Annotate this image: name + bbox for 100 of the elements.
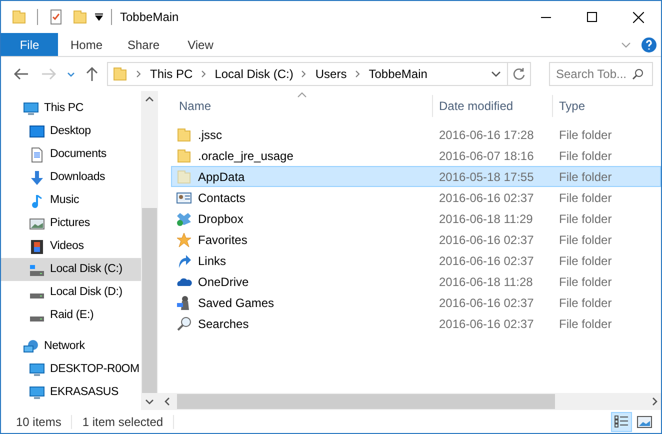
- close-icon: [632, 12, 644, 22]
- type-cell-text: File folder: [558, 294, 612, 312]
- search-icon: [632, 68, 644, 80]
- details-view-button[interactable]: [611, 412, 632, 432]
- date-cell-text: 2016-06-16 02:37: [438, 190, 535, 206]
- breadcrumb-item[interactable]: Local Disk (C:): [214, 65, 294, 83]
- chevron-right-icon: [200, 70, 207, 78]
- folder-icon: [112, 66, 128, 82]
- type-cell-text: File folder: [558, 210, 612, 228]
- file-name: .oracle_jre_usage: [198, 148, 294, 164]
- breadcrumb-item[interactable]: This PC: [150, 65, 193, 83]
- desktop-icon: [29, 124, 45, 140]
- ribbon-tab[interactable]: View: [172, 33, 229, 56]
- date-cell-text: 2016-06-18 11:29: [438, 210, 534, 228]
- ribbon-tab[interactable]: Share: [115, 33, 172, 56]
- nav-item[interactable]: DESKTOP-R0OM: [1, 358, 141, 381]
- drive-icon: [29, 292, 45, 298]
- folder-icon: [176, 168, 192, 184]
- drive-icon: [29, 316, 45, 322]
- date-cell-text: 2016-06-16 02:37: [438, 316, 535, 332]
- file-row[interactable]: Dropbox 2016-06-18 11:29 File folder: [171, 208, 661, 229]
- column-header[interactable]: Type: [553, 95, 661, 117]
- type-cell-text: File folder: [558, 232, 612, 248]
- nav-item[interactable]: Local Disk (D:): [1, 281, 141, 304]
- nav-item[interactable]: This PC: [1, 97, 141, 120]
- file-row[interactable]: OneDrive 2016-06-18 11:28 File folder: [171, 271, 661, 292]
- music-note-icon: [29, 192, 45, 208]
- star-icon: [176, 232, 192, 248]
- status-text: 10 items: [16, 414, 62, 430]
- ribbon-tab[interactable]: File: [1, 33, 58, 56]
- network-icon: [23, 338, 39, 354]
- address-bar[interactable]: This PC Local Disk (C:) Users TobbeMain: [107, 62, 531, 86]
- file-row[interactable]: Saved Games 2016-06-16 02:37 File folder: [171, 292, 661, 313]
- down-arrow-icon: [29, 170, 45, 186]
- column-header[interactable]: Date modified: [433, 95, 553, 117]
- nav-item[interactable]: Local Disk (C:): [1, 258, 141, 281]
- chevron-right-icon: [354, 70, 361, 78]
- checklist-icon: [48, 9, 64, 25]
- search-field[interactable]: Search Tob...: [549, 62, 653, 86]
- nav-item[interactable]: Pictures: [1, 212, 141, 235]
- file-row[interactable]: Favorites 2016-06-16 02:37 File folder: [171, 229, 661, 250]
- arrow-icon: [176, 252, 192, 268]
- chevron-down-icon[interactable]: [491, 69, 501, 79]
- file-name: Favorites: [198, 232, 248, 248]
- film-icon: [29, 238, 45, 254]
- type-cell-text: File folder: [558, 148, 612, 164]
- type-cell-text: File folder: [558, 252, 612, 270]
- ribbon-tab[interactable]: Home: [58, 33, 115, 56]
- file-row[interactable]: .jssc 2016-06-16 17:28 File folder: [171, 124, 661, 145]
- nav-item[interactable]: Downloads: [1, 166, 141, 189]
- file-row[interactable]: Contacts 2016-06-16 02:37 File folder: [171, 187, 661, 208]
- date-cell-text: 2016-06-16 02:37: [438, 294, 535, 312]
- date-cell-text: 2016-06-16 02:37: [438, 232, 535, 248]
- window-title: TobbeMain: [120, 9, 179, 26]
- folder-icon: [176, 126, 192, 142]
- date-cell-text: 2016-06-18 11:28: [438, 274, 534, 290]
- type-cell-text: File folder: [558, 168, 612, 186]
- contact-card-icon: [176, 190, 192, 206]
- file-row[interactable]: Links 2016-06-16 02:37 File folder: [171, 250, 661, 271]
- date-cell-text: 2016-05-18 17:55: [438, 168, 535, 186]
- type-cell-text: File folder: [558, 190, 612, 206]
- breadcrumb-item[interactable]: Users: [315, 65, 347, 83]
- type-cell-text: File folder: [558, 274, 612, 290]
- file-name: Contacts: [198, 190, 246, 206]
- file-name: Dropbox: [198, 210, 244, 228]
- file-name: Searches: [198, 316, 249, 332]
- up-arrow-icon[interactable]: [85, 66, 99, 82]
- back-arrow-icon[interactable]: [13, 66, 29, 82]
- box-icon: [176, 210, 192, 226]
- folder-icon: [11, 9, 27, 25]
- folder-icon: [176, 148, 192, 164]
- nav-item[interactable]: Raid (E:): [1, 304, 141, 327]
- file-row[interactable]: AppData 2016-05-18 17:55 File folder: [171, 166, 661, 187]
- type-cell-text: File folder: [558, 126, 612, 144]
- vertical-scrollbar[interactable]: [141, 91, 158, 410]
- file-name: Saved Games: [198, 294, 274, 312]
- computer-icon: [29, 362, 45, 378]
- folder-icon: [72, 9, 88, 25]
- nav-item[interactable]: Videos: [1, 235, 141, 258]
- magnifier-icon: [176, 316, 192, 332]
- nav-item[interactable]: Documents: [1, 143, 141, 166]
- file-row[interactable]: Searches 2016-06-16 02:37 File folder: [171, 313, 661, 334]
- file-name: .jssc: [198, 126, 222, 144]
- computer-icon: [23, 100, 39, 116]
- date-cell-text: 2016-06-16 17:28: [438, 126, 535, 144]
- horizontal-scrollbar[interactable]: [158, 393, 661, 410]
- document-icon: [29, 146, 45, 162]
- breadcrumb-item[interactable]: TobbeMain: [368, 65, 428, 83]
- chevron-right-icon: [301, 70, 308, 78]
- search-input[interactable]: Search Tob...: [556, 65, 632, 83]
- date-cell-text: 2016-06-16 02:37: [438, 252, 535, 270]
- nav-item[interactable]: Music: [1, 189, 141, 212]
- dropdown-icon[interactable]: [95, 13, 103, 21]
- type-cell-text: File folder: [558, 316, 612, 332]
- nav-item[interactable]: Desktop: [1, 120, 141, 143]
- nav-item[interactable]: Network: [1, 335, 141, 358]
- nav-item[interactable]: EKRASASUS: [1, 381, 141, 404]
- column-header[interactable]: Name: [171, 95, 433, 117]
- file-row[interactable]: .oracle_jre_usage 2016-06-07 18:16 File folder: [171, 145, 661, 166]
- computer-icon: [29, 384, 45, 400]
